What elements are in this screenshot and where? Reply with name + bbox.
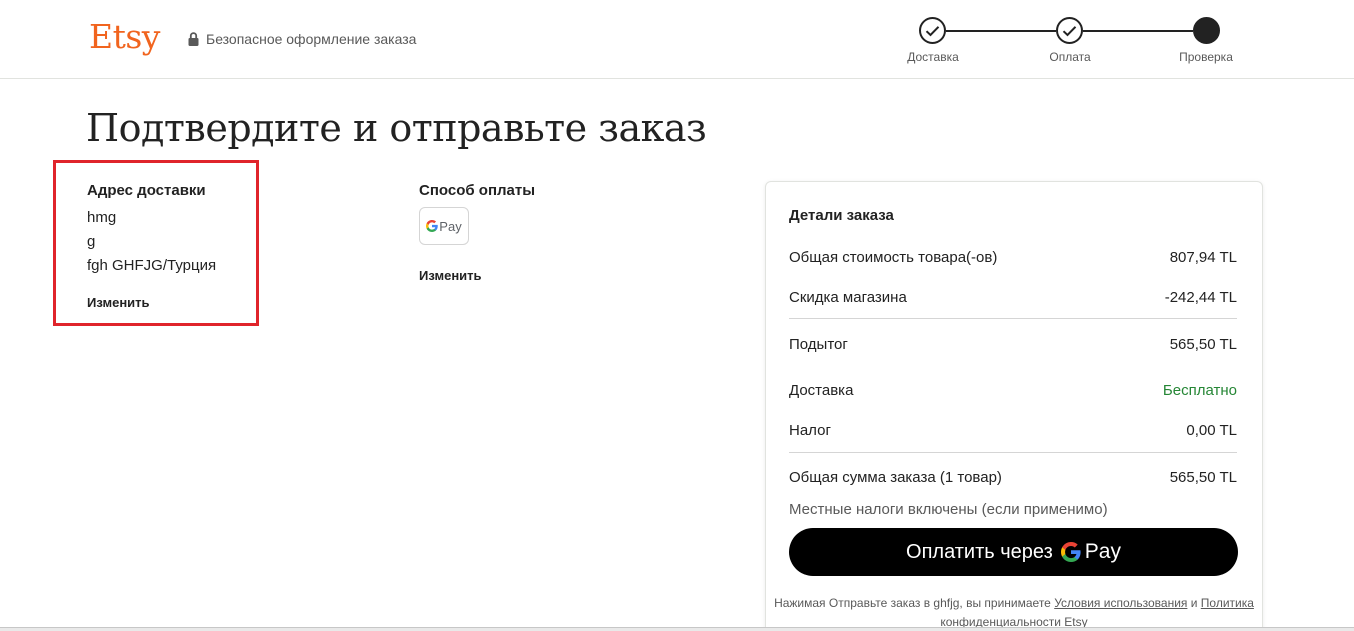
address-line-1: hmg — [87, 209, 117, 226]
check-icon — [925, 25, 940, 36]
shipping-address-title: Адрес доставки — [87, 182, 206, 199]
row-value: -242,44 TL — [1164, 289, 1237, 306]
order-row-subtotal: Подытог 565,50 TL — [789, 336, 1237, 353]
step-label-payment: Оплата — [1049, 50, 1091, 64]
address-line-3: fgh GHFJG/Турция — [87, 257, 217, 274]
change-address-link[interactable]: Изменить — [87, 295, 150, 310]
order-row-shipping: Доставка Бесплатно — [789, 382, 1237, 399]
order-row-shop-discount: Скидка магазина -242,44 TL — [789, 289, 1237, 306]
row-label: Общая стоимость товара(-ов) — [789, 249, 998, 266]
divider — [789, 318, 1237, 319]
step-label-review: Проверка — [1179, 50, 1233, 64]
window-bottom-edge — [0, 627, 1354, 631]
row-label: Общая сумма заказа (1 товар) — [789, 469, 1002, 486]
order-row-items-total: Общая стоимость товара(-ов) 807,94 TL — [789, 249, 1237, 266]
payment-method-title: Способ оплаты — [419, 182, 536, 199]
order-details-title: Детали заказа — [789, 207, 894, 224]
order-row-grand-total: Общая сумма заказа (1 товар) 565,50 TL — [789, 469, 1237, 486]
step-review-current — [1193, 17, 1220, 44]
google-pay-badge: Pay — [419, 207, 469, 245]
terms-of-use-link[interactable]: Условия использования — [1054, 596, 1187, 610]
page-title: Подтвердите и отправьте заказ — [86, 106, 707, 150]
free-shipping-value: Бесплатно — [1162, 382, 1237, 399]
etsy-logo[interactable]: Etsy — [89, 17, 160, 57]
google-g-icon — [426, 220, 439, 232]
pay-button-text: Оплатить через — [906, 540, 1053, 563]
legal-notice: Нажимая Отправьте заказ в ghfjg, вы прин… — [765, 594, 1263, 631]
google-pay-text: Pay — [439, 218, 462, 234]
legal-prefix: Нажимая Отправьте заказ в ghfjg, вы прин… — [774, 596, 1055, 610]
step-payment-done — [1056, 17, 1083, 44]
secure-checkout-text: Безопасное оформление заказа — [206, 31, 417, 47]
progress-line — [946, 30, 1056, 32]
row-value: 807,94 TL — [1169, 249, 1237, 266]
row-label: Подытог — [789, 336, 848, 353]
secure-checkout-label: Безопасное оформление заказа — [187, 31, 416, 47]
address-line-2: g — [87, 233, 96, 250]
step-shipping-done — [919, 17, 946, 44]
row-label: Налог — [789, 422, 831, 439]
step-label-shipping: Доставка — [907, 50, 959, 64]
row-label: Скидка магазина — [789, 289, 907, 306]
taxes-note: Местные налоги включены (если применимо) — [789, 501, 1108, 518]
row-label: Доставка — [789, 382, 854, 399]
pay-with-google-pay-button[interactable]: Оплатить через Pay — [789, 528, 1238, 576]
google-g-icon — [1060, 542, 1081, 562]
change-payment-link[interactable]: Изменить — [419, 268, 482, 283]
check-icon — [1062, 25, 1077, 36]
row-value: 565,50 TL — [1169, 336, 1237, 353]
lock-icon — [188, 32, 199, 46]
row-value: 565,50 TL — [1169, 469, 1237, 486]
checkout-header: Etsy Безопасное оформление заказа Достав… — [0, 0, 1354, 79]
legal-middle: и — [1187, 596, 1201, 610]
order-row-tax: Налог 0,00 TL — [789, 422, 1237, 439]
progress-line — [1083, 30, 1193, 32]
divider — [789, 452, 1237, 453]
pay-button-brand: Pay — [1084, 540, 1121, 563]
row-value: 0,00 TL — [1186, 422, 1237, 439]
